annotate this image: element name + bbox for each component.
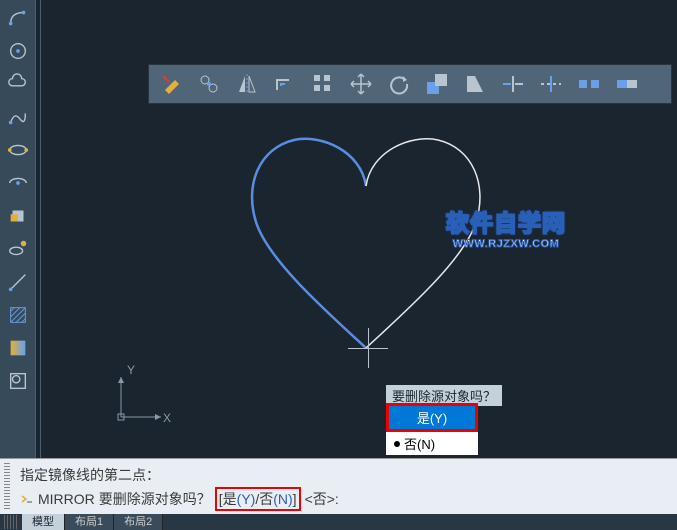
- hatch-tool[interactable]: [2, 299, 34, 331]
- ellipse-arc-tool[interactable]: [2, 167, 34, 199]
- copy-group-tool[interactable]: [191, 67, 227, 101]
- scale-ellipse-tool[interactable]: [2, 233, 34, 265]
- stretch-tool[interactable]: [457, 67, 493, 101]
- erase-tool[interactable]: [153, 67, 189, 101]
- mirror-tool[interactable]: [229, 67, 265, 101]
- arc-tool[interactable]: [2, 2, 34, 34]
- tab-layout2[interactable]: 布局2: [114, 514, 163, 530]
- command-area: 指定镜像线的第二点： MIRROR 要删除源对象吗？ [是(Y)/否(N)] <…: [0, 458, 677, 514]
- gradient-tool[interactable]: [2, 332, 34, 364]
- ucs-icon: Y X: [101, 362, 171, 432]
- break-tool[interactable]: [609, 67, 645, 101]
- mirror-prompt-menu: 是(Y) 否(N): [386, 403, 478, 455]
- bullet-icon: [394, 441, 400, 447]
- heart-drawing: [226, 126, 506, 356]
- array-tool[interactable]: [305, 67, 341, 101]
- trim-tool[interactable]: [495, 67, 531, 101]
- rotate-tool[interactable]: [381, 67, 417, 101]
- svg-text:X: X: [163, 411, 171, 425]
- scale-tool[interactable]: [419, 67, 455, 101]
- command-name: MIRROR: [38, 491, 95, 507]
- top-toolbar: [148, 64, 672, 104]
- left-toolbar: [0, 0, 36, 458]
- svg-text:Y: Y: [127, 363, 135, 377]
- region-tool[interactable]: [2, 365, 34, 397]
- break-gap-tool[interactable]: [571, 67, 607, 101]
- line-point-tool[interactable]: [2, 266, 34, 298]
- tab-drag-handle[interactable]: [4, 515, 18, 529]
- option-no[interactable]: 否(N): [386, 432, 478, 455]
- command-options-highlight: [是(Y)/否(N)]: [215, 487, 301, 511]
- cloud-tool[interactable]: [2, 68, 34, 100]
- command-history-line: 指定镜像线的第二点：: [20, 465, 160, 485]
- command-icon: [20, 492, 34, 506]
- tab-model[interactable]: 模型: [22, 514, 65, 530]
- insert-block-tool[interactable]: [2, 200, 34, 232]
- circle-tool[interactable]: [2, 35, 34, 67]
- option-yes[interactable]: 是(Y): [386, 403, 478, 432]
- offset-tool[interactable]: [267, 67, 303, 101]
- spline-tool[interactable]: [2, 101, 34, 133]
- extend-tool[interactable]: [533, 67, 569, 101]
- command-drag-handle[interactable]: [4, 463, 10, 511]
- bottom-tabs: 模型 布局1 布局2: [0, 514, 677, 530]
- ellipse-tool[interactable]: [2, 134, 34, 166]
- tab-layout1[interactable]: 布局1: [65, 514, 114, 530]
- command-prompt-line[interactable]: MIRROR 要删除源对象吗？ [是(Y)/否(N)] <否>:: [20, 487, 339, 511]
- move-tool[interactable]: [343, 67, 379, 101]
